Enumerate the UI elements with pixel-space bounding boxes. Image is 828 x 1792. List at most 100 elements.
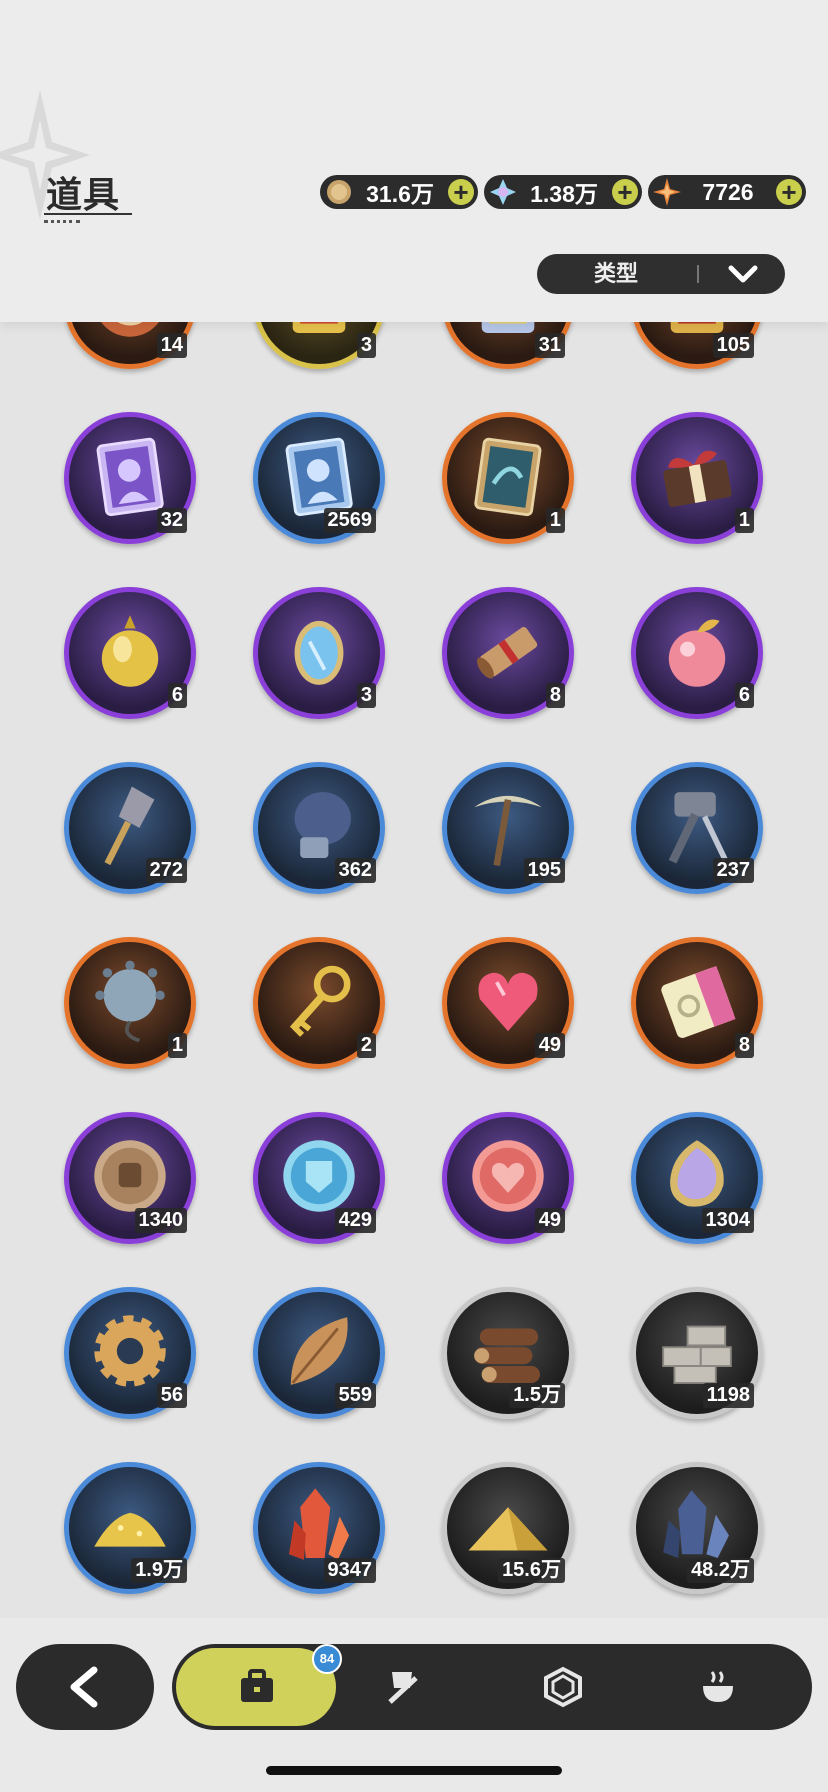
item-count: 272: [145, 858, 187, 883]
item-slot[interactable]: 32: [64, 412, 196, 544]
crystal-icon: [488, 177, 518, 207]
item-slot[interactable]: 195: [442, 762, 574, 894]
header-bar: 道具 31.6万 + 1.38万 + 7726 + 类型: [0, 0, 828, 322]
item-count: 195: [523, 858, 565, 883]
item-count: 1304: [701, 1208, 754, 1233]
item-count: 1.9万: [131, 1558, 187, 1583]
item-slot[interactable]: 49: [442, 937, 574, 1069]
currency-star-value: 7726: [702, 178, 754, 205]
item-slot[interactable]: 48.2万: [631, 1462, 763, 1594]
item-count: 6: [167, 683, 187, 708]
item-slot[interactable]: 429: [253, 1112, 385, 1244]
item-count: 1.5万: [509, 1383, 565, 1408]
item-count: 15.6万: [498, 1558, 565, 1583]
currency-gold: 31.6万 +: [320, 175, 478, 209]
item-count: 8: [734, 1033, 754, 1058]
item-count: 1: [734, 508, 754, 533]
item-slot[interactable]: 3: [253, 587, 385, 719]
spiked-ball-icon: [95, 960, 165, 1043]
item-count: 105: [712, 333, 754, 358]
item-count: 9347: [323, 1558, 376, 1583]
home-indicator[interactable]: [266, 1766, 562, 1775]
add-crystal-button[interactable]: +: [612, 179, 638, 205]
item-slot[interactable]: 362: [253, 762, 385, 894]
item-slot[interactable]: 49: [442, 1112, 574, 1244]
item-count: 1198: [702, 1383, 754, 1408]
equipment-icon: [388, 1672, 418, 1704]
back-arrow-icon: [70, 1666, 98, 1708]
add-star-button[interactable]: +: [776, 179, 802, 205]
back-button[interactable]: [16, 1644, 154, 1730]
bag-icon: [241, 1669, 273, 1702]
golden-key-icon: [289, 965, 351, 1037]
currency-star: 7726 +: [648, 175, 806, 209]
gold-coin-icon: [324, 177, 354, 207]
item-slot[interactable]: 1.9万: [64, 1462, 196, 1594]
golden-acorn-icon: [101, 615, 159, 687]
type-filter-label: 类型: [593, 261, 638, 286]
item-count: 56: [156, 1383, 187, 1408]
currency-gold-value: 31.6万: [366, 181, 434, 207]
item-count: 32: [156, 508, 187, 533]
currency-crystal: 1.38万 +: [484, 175, 642, 209]
item-count: 1: [545, 508, 565, 533]
item-slot[interactable]: 2569: [253, 412, 385, 544]
chevron-down-icon: [728, 265, 758, 283]
item-count: 2569: [323, 508, 376, 533]
tab-cooking[interactable]: [652, 1644, 782, 1730]
item-slot[interactable]: 1: [631, 412, 763, 544]
item-slot[interactable]: 1340: [64, 1112, 196, 1244]
item-slot[interactable]: 1304: [631, 1112, 763, 1244]
item-count: 2: [356, 1033, 376, 1058]
item-slot[interactable]: 9347: [253, 1462, 385, 1594]
cooking-pot-icon: [703, 1671, 733, 1702]
item-count: 559: [334, 1383, 376, 1408]
item-count: 362: [334, 858, 376, 883]
tab-gem[interactable]: [497, 1644, 627, 1730]
teal-card-icon: [474, 437, 542, 517]
item-count: 1340: [134, 1208, 187, 1233]
pink-apple-icon: [668, 619, 726, 687]
item-slot[interactable]: 1198: [631, 1287, 763, 1419]
type-filter-dropdown[interactable]: 类型: [537, 254, 785, 294]
ticket-icon: [661, 965, 736, 1038]
item-slot[interactable]: 1.5万: [442, 1287, 574, 1419]
add-gold-button[interactable]: +: [448, 179, 474, 205]
item-count: 6: [734, 683, 754, 708]
page-title: 道具: [46, 174, 121, 215]
item-count: 3: [356, 333, 376, 358]
item-slot[interactable]: 56: [64, 1287, 196, 1419]
item-count: 1: [167, 1033, 187, 1058]
item-slot[interactable]: 272: [64, 762, 196, 894]
orange-star-icon: [652, 177, 682, 207]
item-count: 8: [545, 683, 565, 708]
item-slot[interactable]: 1: [442, 412, 574, 544]
item-count: 3: [356, 683, 376, 708]
item-slot[interactable]: 6: [631, 587, 763, 719]
bag-badge: 84: [312, 1644, 342, 1674]
item-count: 48.2万: [687, 1558, 754, 1583]
item-slot[interactable]: 559: [253, 1287, 385, 1419]
item-slot[interactable]: 8: [631, 937, 763, 1069]
item-count: 237: [712, 858, 754, 883]
item-slot[interactable]: 6: [64, 587, 196, 719]
item-slot[interactable]: 2: [253, 937, 385, 1069]
item-slot[interactable]: 1: [64, 937, 196, 1069]
gift-box-icon: [663, 450, 732, 507]
item-count: 49: [534, 1208, 565, 1233]
divider: [697, 265, 699, 283]
tab-equipment[interactable]: [337, 1644, 467, 1730]
currency-crystal-value: 1.38万: [530, 181, 598, 207]
item-count: 31: [534, 333, 565, 358]
gem-icon: [544, 1666, 582, 1708]
item-slot[interactable]: 237: [631, 762, 763, 894]
title-underline: [44, 213, 132, 215]
item-count: 429: [334, 1208, 376, 1233]
item-count: 49: [534, 1033, 565, 1058]
title-dots: [44, 220, 80, 223]
item-slot[interactable]: 15.6万: [442, 1462, 574, 1594]
item-count: 14: [156, 333, 187, 358]
magic-mirror-icon: [294, 620, 344, 685]
bottom-tab-bar: [172, 1644, 812, 1730]
item-slot[interactable]: 8: [442, 587, 574, 719]
